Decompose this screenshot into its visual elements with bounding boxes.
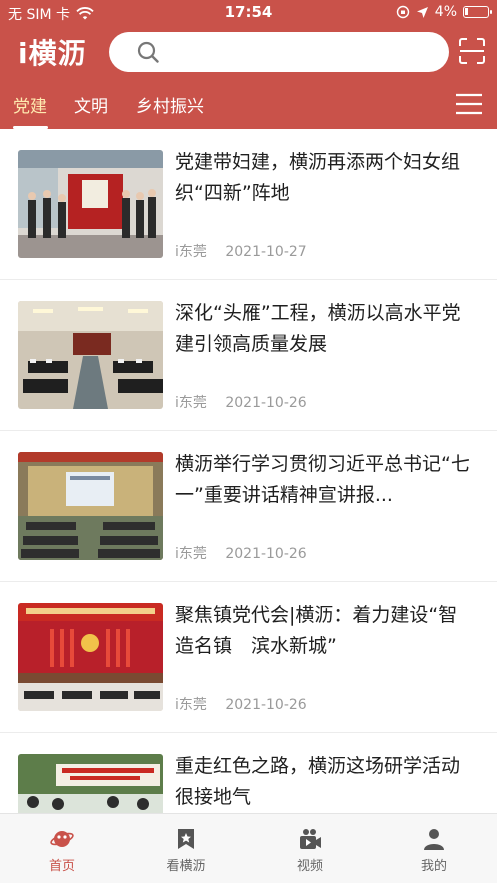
tab-xiangcun-zhenxing[interactable]: 乡村振兴 — [136, 92, 204, 117]
news-item[interactable]: 聚焦镇党代会|横沥：着力建设“智造名镇 滨水新城” i东莞 2021-10-26 — [0, 582, 497, 733]
news-item[interactable]: 深化“头雁”工程，横沥以高水平党建引领高质量发展 i东莞 2021-10-26 — [0, 280, 497, 431]
news-meta: i东莞 2021-10-26 — [175, 694, 307, 714]
news-item[interactable]: 重走红色之路，横沥这场研学活动很接地气 — [0, 733, 497, 813]
nav-video[interactable]: 视频 — [248, 814, 372, 883]
nav-kan-hengli[interactable]: 看横沥 — [124, 814, 248, 883]
news-source: i东莞 — [175, 395, 207, 411]
news-source: i东莞 — [175, 546, 207, 562]
nav-label: 首页 — [48, 859, 75, 874]
battery-icon — [463, 6, 492, 18]
tab-wenming[interactable]: 文明 — [74, 92, 108, 117]
status-bar: 无 SIM 卡 17:54 4% — [0, 0, 497, 26]
nav-label: 我的 — [420, 859, 447, 874]
search-icon — [137, 41, 159, 63]
category-tabs: 党建 文明 乡村振兴 — [0, 80, 497, 129]
news-meta: i东莞 2021-10-26 — [175, 392, 307, 412]
orientation-lock-icon — [396, 5, 409, 19]
news-title: 党建带妇建，横沥再添两个妇女组织“四新”阵地 — [175, 151, 461, 204]
search-input[interactable] — [109, 32, 449, 72]
news-meta: i东莞 2021-10-26 — [175, 543, 307, 563]
tab-dangjian[interactable]: 党建 — [13, 92, 47, 117]
news-thumbnail — [18, 603, 163, 711]
news-title: 横沥举行学习贯彻习近平总书记“七一”重要讲话精神宣讲报... — [175, 453, 470, 506]
user-icon — [424, 829, 444, 850]
news-title: 聚焦镇党代会|横沥：着力建设“智造名镇 滨水新城” — [175, 604, 458, 657]
planet-icon — [50, 831, 74, 847]
news-thumbnail — [18, 301, 163, 409]
location-arrow-icon — [416, 6, 428, 18]
news-item[interactable]: 党建带妇建，横沥再添两个妇女组织“四新”阵地 i东莞 2021-10-27 — [0, 129, 497, 280]
app-logo: i横沥 — [18, 37, 87, 70]
nav-label: 看横沥 — [166, 859, 206, 874]
news-thumbnail — [18, 452, 163, 560]
app-bar: i横沥 — [0, 26, 497, 80]
app-header: 无 SIM 卡 17:54 4% i横沥 党建 文明 乡村振兴 — [0, 0, 497, 129]
news-date: 2021-10-26 — [225, 395, 307, 411]
menu-icon[interactable] — [455, 93, 483, 115]
nav-home[interactable]: 首页 — [0, 814, 124, 883]
battery-percent: 4% — [434, 4, 457, 20]
scan-icon[interactable] — [459, 38, 485, 64]
news-title: 重走红色之路，横沥这场研学活动很接地气 — [175, 755, 461, 808]
news-date: 2021-10-27 — [225, 244, 307, 260]
news-title: 深化“头雁”工程，横沥以高水平党建引领高质量发展 — [175, 302, 461, 355]
nav-mine[interactable]: 我的 — [372, 814, 496, 883]
news-source: i东莞 — [175, 244, 207, 260]
news-list: 党建带妇建，横沥再添两个妇女组织“四新”阵地 i东莞 2021-10-27 深化… — [0, 129, 497, 813]
star-bookmark-icon — [178, 829, 194, 849]
news-date: 2021-10-26 — [225, 546, 307, 562]
video-icon — [300, 829, 321, 849]
news-thumbnail — [18, 754, 163, 813]
news-date: 2021-10-26 — [225, 697, 307, 713]
nav-label: 视频 — [296, 859, 323, 874]
news-source: i东莞 — [175, 697, 207, 713]
news-meta: i东莞 2021-10-27 — [175, 241, 307, 261]
news-item[interactable]: 横沥举行学习贯彻习近平总书记“七一”重要讲话精神宣讲报... i东莞 2021-… — [0, 431, 497, 582]
bottom-navigation: 首页 看横沥 视频 我的 — [0, 813, 497, 883]
news-thumbnail — [18, 150, 163, 258]
